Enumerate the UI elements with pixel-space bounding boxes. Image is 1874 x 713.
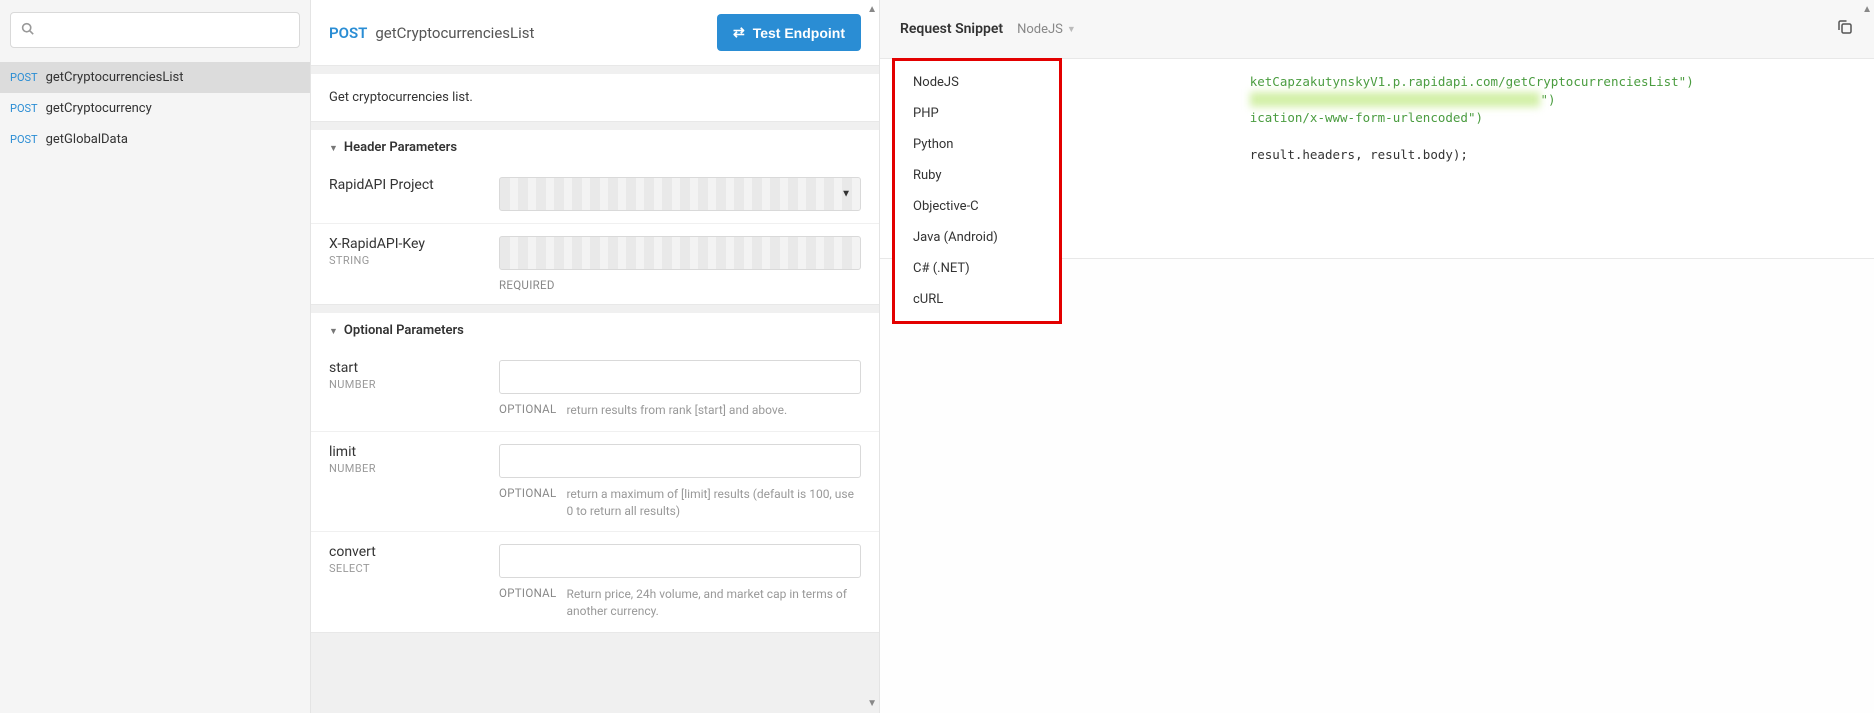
param-help: Return price, 24h volume, and market cap… (566, 586, 861, 620)
search-input[interactable] (42, 23, 289, 38)
language-option[interactable]: NodeJS (895, 67, 1059, 98)
test-endpoint-button[interactable]: ⇄ Test Endpoint (717, 14, 861, 51)
language-option[interactable]: Python (895, 129, 1059, 160)
language-selected: NodeJS (1017, 22, 1063, 37)
language-option[interactable]: Ruby (895, 160, 1059, 191)
header-params-title[interactable]: Header Parameters (311, 130, 879, 165)
param-row: X-RapidAPI-Key STRING REQUIRED (311, 223, 879, 304)
optional-params-section: Optional Parameters start NUMBER OPTIONA… (311, 313, 879, 633)
endpoint-item-name: getGlobalData (46, 132, 128, 147)
param-row: limit NUMBER OPTIONAL return a maximum of… (311, 431, 879, 532)
header-params-list: RapidAPI Project X-RapidAPI-Key STRING R… (311, 165, 879, 304)
param-badge: REQUIRED (499, 278, 555, 292)
endpoint-item-method: POST (10, 102, 38, 115)
search-box[interactable] (10, 12, 300, 48)
param-input[interactable] (499, 544, 861, 578)
param-row: convert SELECT OPTIONAL Return price, 24h… (311, 531, 879, 632)
language-option[interactable]: Java (Android) (895, 222, 1059, 253)
param-name: RapidAPI Project (329, 177, 469, 193)
language-option[interactable]: Objective-C (895, 191, 1059, 222)
right-header: Request Snippet NodeJS (880, 0, 1874, 59)
language-option[interactable]: PHP (895, 98, 1059, 129)
param-row: start NUMBER OPTIONAL return results from… (311, 348, 879, 431)
param-name: convert (329, 544, 469, 560)
endpoint-item[interactable]: POST getGlobalData (0, 124, 310, 155)
param-badge: OPTIONAL (499, 402, 556, 416)
scroll-up-icon: ▲ (1862, 4, 1872, 15)
language-option[interactable]: C# (.NET) (895, 253, 1059, 284)
param-input[interactable] (499, 360, 861, 394)
swap-icon: ⇄ (733, 24, 745, 41)
endpoint-item-name: getCryptocurrency (46, 101, 152, 116)
scroll-up-icon: ▲ (867, 4, 877, 15)
language-option[interactable]: cURL (895, 284, 1059, 315)
param-type: NUMBER (329, 378, 469, 391)
optional-params-title[interactable]: Optional Parameters (311, 313, 879, 348)
endpoint-item-method: POST (10, 133, 38, 146)
endpoint-item-method: POST (10, 71, 38, 84)
param-input[interactable] (499, 236, 861, 270)
param-name: start (329, 360, 469, 376)
param-input[interactable] (499, 444, 861, 478)
optional-params-list: start NUMBER OPTIONAL return results from… (311, 348, 879, 632)
sidebar: POST getCryptocurrenciesList POST getCrypto… (0, 0, 310, 713)
endpoint-list: POST getCryptocurrenciesList POST getCrypto… (0, 56, 310, 155)
param-badge: OPTIONAL (499, 486, 556, 500)
snippet-label: Request Snippet (900, 21, 1003, 37)
param-type: STRING (329, 254, 469, 267)
param-name: limit (329, 444, 469, 460)
endpoint-description: Get cryptocurrencies list. (311, 74, 879, 122)
param-row: RapidAPI Project (311, 165, 879, 223)
param-name: X-RapidAPI-Key (329, 236, 469, 252)
endpoint-item-name: getCryptocurrenciesList (46, 70, 184, 85)
param-help: return a maximum of [limit] results (def… (566, 486, 861, 520)
main-header: POST getCryptocurrenciesList ⇄ Test Endp… (311, 0, 879, 66)
endpoint-title: getCryptocurrenciesList (375, 24, 534, 42)
copy-icon[interactable] (1836, 18, 1854, 40)
language-dropdown: NodeJSPHPPythonRubyObjective-CJava (Andr… (892, 58, 1062, 324)
language-selector[interactable]: NodeJS (1017, 22, 1076, 37)
param-select[interactable] (499, 177, 861, 211)
endpoint-item[interactable]: POST getCryptocurrenciesList (0, 62, 310, 93)
search-icon (21, 22, 34, 39)
param-type: NUMBER (329, 462, 469, 475)
test-button-label: Test Endpoint (753, 25, 845, 41)
endpoint-method: POST (329, 24, 367, 42)
scroll-down-icon: ▼ (867, 698, 877, 709)
endpoint-item[interactable]: POST getCryptocurrency (0, 93, 310, 124)
header-params-section: Header Parameters RapidAPI Project X-Rap… (311, 130, 879, 305)
param-help: return results from rank [start] and abo… (566, 402, 787, 419)
main-panel: ▲ POST getCryptocurrenciesList ⇄ Test En… (310, 0, 880, 713)
param-badge: OPTIONAL (499, 586, 556, 600)
param-type: SELECT (329, 562, 469, 575)
